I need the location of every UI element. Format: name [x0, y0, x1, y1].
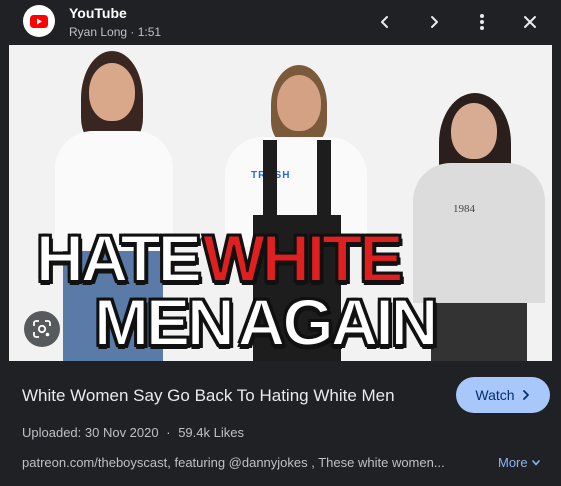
more-vert-icon [480, 14, 484, 30]
video-meta: Uploaded: 30 Nov 2020 · 59.4k Likes [22, 425, 244, 440]
source-name: YouTube [69, 5, 127, 21]
watch-label: Watch [475, 387, 515, 403]
next-button[interactable] [420, 8, 448, 36]
overlay-word-again: AGAIN [237, 285, 440, 359]
chevron-left-icon [381, 16, 388, 28]
watch-button[interactable]: Watch [456, 377, 550, 413]
chevron-right-icon [431, 16, 438, 28]
upload-date: Uploaded: 30 Nov 2020 [22, 425, 159, 440]
meta-separator: · [166, 425, 171, 440]
video-title[interactable]: White Women Say Go Back To Hating White … [22, 386, 395, 406]
lens-icon [33, 320, 51, 338]
overlay-word-hate: HATE [35, 221, 203, 295]
more-button[interactable]: More [498, 455, 541, 470]
source-subtitle: Ryan Long · 1:51 [69, 25, 161, 39]
lens-button[interactable] [24, 311, 60, 347]
close-button[interactable] [516, 8, 544, 36]
overlay-line-2: MENAGAIN [93, 288, 439, 356]
likes-count: 59.4k Likes [178, 425, 244, 440]
more-options-button[interactable] [468, 8, 496, 36]
chevron-right-icon [522, 390, 529, 400]
overlay-word-white: WHITE [202, 221, 405, 295]
chevron-down-icon [531, 459, 540, 465]
video-thumbnail[interactable]: TRASH 1984 HATEWHITE MENAGAIN [9, 45, 552, 361]
overlay-line-1: HATEWHITE [35, 224, 404, 292]
viewer-header: YouTube Ryan Long · 1:51 [0, 0, 561, 44]
video-description: patreon.com/theboyscast, featuring @dann… [22, 455, 445, 470]
youtube-logo-icon [23, 5, 55, 37]
more-label: More [498, 455, 528, 470]
sweatshirt-print: 1984 [453, 203, 475, 215]
video-duration: 1:51 [137, 25, 162, 39]
previous-button[interactable] [371, 8, 399, 36]
overlay-word-men: MEN [93, 285, 236, 359]
separator: · [130, 25, 135, 39]
channel-name: Ryan Long [69, 25, 128, 39]
close-icon [524, 16, 536, 28]
